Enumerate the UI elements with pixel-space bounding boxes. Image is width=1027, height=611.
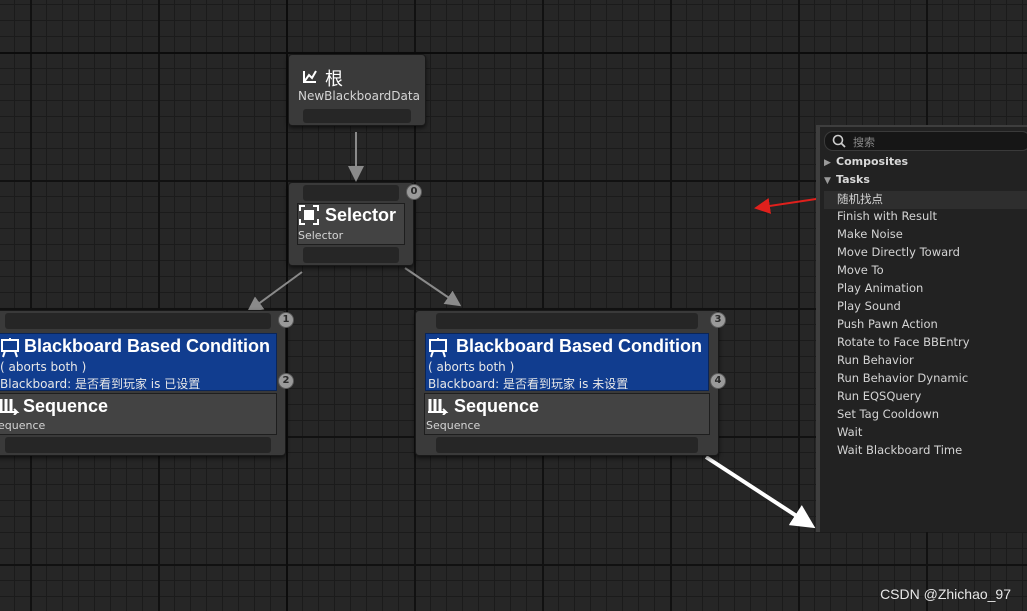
root-output-pin[interactable] <box>303 109 411 123</box>
sequence-icon <box>0 399 20 415</box>
search-input[interactable]: 搜索 <box>824 131 1027 151</box>
task-item[interactable]: Wait <box>837 425 862 443</box>
left-input-pin[interactable] <box>5 313 271 329</box>
task-item-random-point[interactable]: 随机找点 <box>824 191 1027 209</box>
category-tasks[interactable]: ▼ Tasks <box>824 173 870 191</box>
search-icon <box>832 134 846 148</box>
category-composites[interactable]: ▶ Composites <box>824 155 908 173</box>
execution-index-badge: 2 <box>278 373 294 389</box>
task-item[interactable]: Run Behavior Dynamic <box>837 371 968 389</box>
root-node[interactable]: 根 NewBlackboardData <box>288 54 426 126</box>
root-subtitle: NewBlackboardData <box>298 89 420 103</box>
right-sequence-node[interactable]: Blackboard Based Condition ( aborts both… <box>415 310 726 456</box>
collapse-arrow-icon[interactable]: ▼ <box>824 176 836 186</box>
task-item[interactable]: Finish with Result <box>837 209 937 227</box>
task-item[interactable]: Rotate to Face BBEntry <box>837 335 970 353</box>
task-item[interactable]: Run EQSQuery <box>837 389 921 407</box>
right-decorator-condition: Blackboard: 是否看到玩家 is 未设置 <box>428 377 629 391</box>
right-sequence-subtitle: Sequence <box>426 419 481 432</box>
edge-selector-left <box>246 271 303 313</box>
right-input-pin[interactable] <box>436 313 698 329</box>
execution-index-badge: 3 <box>710 312 726 328</box>
node-palette[interactable]: 搜索 ▶ Composites ▼ Tasks 随机找点 Finish with R… <box>816 125 1027 532</box>
task-item[interactable]: Play Animation <box>837 281 923 299</box>
left-sequence-subtitle: Sequence <box>0 419 46 432</box>
right-decorator[interactable]: Blackboard Based Condition ( aborts both… <box>425 333 709 391</box>
task-item[interactable]: Push Pawn Action <box>837 317 938 335</box>
task-item[interactable]: Move To <box>837 263 884 281</box>
selector-subtitle: Selector <box>298 229 344 242</box>
selector-title: Selector <box>325 205 397 225</box>
execution-index-badge: 1 <box>278 312 294 328</box>
task-item[interactable]: Run Behavior <box>837 353 914 371</box>
right-decorator-title: Blackboard Based Condition <box>456 336 703 356</box>
left-sequence-title: Sequence <box>23 396 109 416</box>
left-decorator-condition: Blackboard: 是否看到玩家 is 已设置 <box>0 377 201 391</box>
selector-icon <box>299 205 319 225</box>
search-placeholder: 搜索 <box>853 136 875 149</box>
edge-selector-right <box>404 267 462 307</box>
task-item[interactable]: Make Noise <box>837 227 903 245</box>
left-output-pin[interactable] <box>5 437 271 453</box>
root-icon <box>303 70 317 83</box>
watermark: CSDN @Zhichao_97 <box>880 586 1011 602</box>
task-item[interactable]: Play Sound <box>837 299 901 317</box>
execution-index-badge: 4 <box>710 373 726 389</box>
selector-output-pin[interactable] <box>303 247 399 263</box>
category-label: Tasks <box>836 173 870 186</box>
left-sequence-node[interactable]: Blackboard Based Condition ( aborts both… <box>0 310 294 456</box>
task-item[interactable]: Move Directly Toward <box>837 245 960 263</box>
left-decorator-title: Blackboard Based Condition <box>24 336 271 356</box>
sequence-icon <box>428 399 449 415</box>
selector-input-pin[interactable] <box>303 185 399 201</box>
left-decorator-aborts: ( aborts both ) <box>0 360 87 374</box>
right-decorator-aborts: ( aborts both ) <box>428 360 515 374</box>
root-title: 根 <box>325 69 343 89</box>
blackboard-icon <box>429 338 447 358</box>
execution-index-badge: 0 <box>406 184 422 200</box>
task-item[interactable]: Wait Blackboard Time <box>837 443 962 461</box>
expand-arrow-icon[interactable]: ▶ <box>824 158 836 168</box>
blackboard-icon <box>1 338 19 358</box>
task-item[interactable]: Set Tag Cooldown <box>837 407 939 425</box>
category-label: Composites <box>836 155 909 168</box>
left-decorator[interactable]: Blackboard Based Condition ( aborts both… <box>0 333 277 391</box>
right-output-pin[interactable] <box>436 437 698 453</box>
selector-node[interactable]: Selector Selector 0 <box>288 182 422 266</box>
annotation-arrow-white <box>704 455 816 529</box>
right-sequence-title: Sequence <box>454 396 540 416</box>
